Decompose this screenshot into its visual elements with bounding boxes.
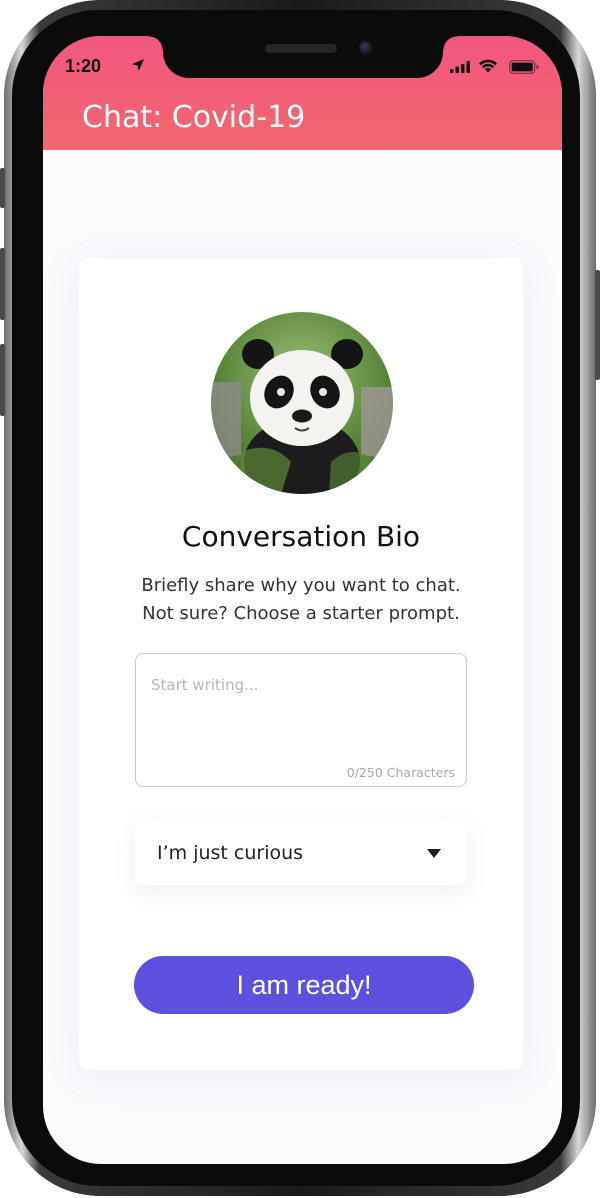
location-arrow-icon <box>132 59 144 71</box>
panda-photo <box>211 312 393 494</box>
ready-button[interactable]: I am ready! <box>134 956 474 1014</box>
cellular-signal-icon <box>450 61 470 73</box>
page-title: Chat: Covid-19 <box>82 100 306 135</box>
subtitle-line-2: Not sure? Choose a starter prompt. <box>142 603 460 624</box>
volume-up-button <box>0 248 5 320</box>
speaker-grille <box>265 44 337 53</box>
notch <box>149 36 457 78</box>
character-counter: 0/250 Characters <box>346 765 455 780</box>
status-time: 1:20 <box>65 56 102 76</box>
card-title: Conversation Bio <box>181 520 421 553</box>
mute-switch <box>0 168 5 208</box>
conversation-bio-card: Conversation Bio Briefly share why you w… <box>79 258 523 1070</box>
app-screen: 1:20 Chat: Covid-19 Conversation Bio Bri… <box>43 36 562 1164</box>
bio-placeholder: Start writing... <box>151 676 259 694</box>
chevron-down-icon <box>427 849 441 858</box>
power-button <box>595 270 600 380</box>
phone-mockup: 1:20 Chat: Covid-19 Conversation Bio Bri… <box>0 0 600 1198</box>
card-subtitle: Briefly share why you want to chat. Not … <box>79 572 523 628</box>
panda-avatar <box>211 312 393 494</box>
selected-prompt: I’m just curious <box>157 842 304 864</box>
volume-down-button <box>0 344 5 416</box>
subtitle-line-1: Briefly share why you want to chat. <box>141 575 461 596</box>
wifi-icon <box>479 59 497 73</box>
front-camera <box>359 41 373 55</box>
battery-icon <box>509 60 539 74</box>
bio-textarea[interactable]: Start writing... 0/250 Characters <box>135 653 467 787</box>
starter-prompt-dropdown[interactable]: I’m just curious <box>135 821 467 885</box>
